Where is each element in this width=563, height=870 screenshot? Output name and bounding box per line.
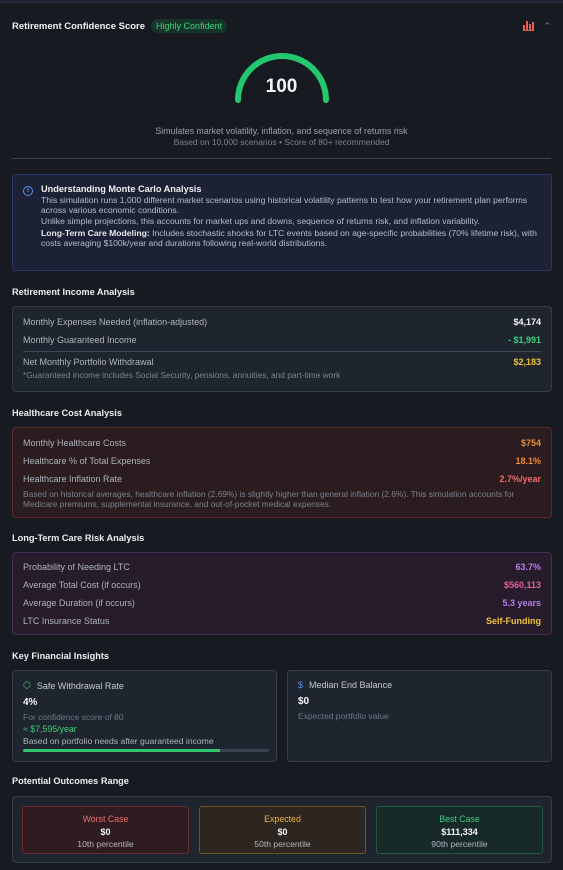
card-label: Median End Balance bbox=[309, 680, 393, 690]
outcome-percentile: 90th percentile bbox=[431, 839, 488, 849]
income-note: *Guaranteed income includes Social Secur… bbox=[23, 370, 341, 380]
outcome-label: Best Case bbox=[439, 814, 480, 824]
row-value: $4,174 bbox=[513, 317, 541, 327]
expected-case-box: Expected $0 50th percentile bbox=[199, 806, 366, 854]
row-label: Probability of Needing LTC bbox=[23, 562, 130, 572]
median-balance-card: $ Median End Balance $0 Expected portfol… bbox=[287, 670, 552, 762]
dollar-icon: $ bbox=[298, 680, 304, 690]
income-panel: Monthly Expenses Needed (inflation-adjus… bbox=[12, 306, 552, 392]
safe-withdrawal-card: ⬡ Safe Withdrawal Rate 4% For confidence… bbox=[12, 670, 277, 762]
gauge-description: Simulates market volatility, inflation, … bbox=[155, 126, 408, 136]
withdrawal-rate-value: 4% bbox=[23, 697, 38, 708]
healthcare-section-title: Healthcare Cost Analysis bbox=[12, 408, 122, 418]
median-balance-value: $0 bbox=[298, 696, 310, 707]
outcome-percentile: 50th percentile bbox=[254, 839, 311, 849]
ltc-panel: Probability of Needing LTC 63.7% Average… bbox=[12, 552, 552, 635]
healthcare-note: Based on historical averages, healthcare… bbox=[23, 489, 515, 509]
row-value: 63.7% bbox=[515, 562, 541, 572]
monte-carlo-info-box: i Understanding Monte Carlo Analysis Thi… bbox=[12, 174, 552, 271]
net-withdrawal-row: Net Monthly Portfolio Withdrawal $2,183 bbox=[23, 353, 541, 371]
row-label: Monthly Guaranteed Income bbox=[23, 335, 137, 345]
card-header: ⬡ Safe Withdrawal Rate bbox=[23, 680, 266, 691]
median-balance-sub: Expected portfolio value bbox=[298, 711, 389, 721]
row-separator bbox=[23, 351, 541, 352]
card-label: Safe Withdrawal Rate bbox=[36, 680, 124, 691]
row-value: - $1,991 bbox=[507, 335, 541, 345]
outcome-label: Expected bbox=[264, 814, 301, 824]
ltc-row: Average Total Cost (if occurs) $560,113 bbox=[23, 576, 541, 594]
info-title: Understanding Monte Carlo Analysis bbox=[41, 184, 202, 194]
outcome-value: $111,334 bbox=[441, 827, 478, 837]
info-paragraph-1: This simulation runs 1,000 different mar… bbox=[41, 195, 528, 215]
row-value: 5.3 years bbox=[502, 598, 541, 608]
income-row: Monthly Guaranteed Income - $1,991 bbox=[23, 331, 541, 349]
card-header: $ Median End Balance bbox=[298, 680, 541, 690]
info-icon: i bbox=[23, 186, 33, 196]
row-label: Average Total Cost (if occurs) bbox=[23, 580, 141, 590]
income-section-title: Retirement Income Analysis bbox=[12, 287, 135, 297]
outcome-percentile: 10th percentile bbox=[77, 839, 134, 849]
withdrawal-progress-fill bbox=[23, 749, 220, 752]
outcome-value: $0 bbox=[100, 827, 111, 837]
outcomes-section-title: Potential Outcomes Range bbox=[12, 776, 129, 786]
ltc-row: LTC Insurance Status Self-Funding bbox=[23, 612, 541, 630]
healthcare-row: Monthly Healthcare Costs $754 bbox=[23, 434, 541, 452]
score-header: Retirement Confidence Score Highly Confi… bbox=[12, 18, 551, 34]
row-value: 18.1% bbox=[515, 456, 541, 466]
shield-icon: ⬡ bbox=[23, 680, 31, 690]
withdrawal-annual: ≈ $7,595/year bbox=[23, 724, 77, 734]
withdrawal-rate-sub: For confidence score of 80 bbox=[23, 712, 124, 722]
outcomes-panel: Worst Case $0 10th percentile Expected $… bbox=[12, 796, 552, 863]
info-paragraph-3: Long-Term Care Modeling: Includes stocha… bbox=[41, 228, 541, 248]
row-label: Healthcare Inflation Rate bbox=[23, 474, 123, 484]
row-label: Average Duration (if occurs) bbox=[23, 598, 135, 608]
healthcare-panel: Monthly Healthcare Costs $754 Healthcare… bbox=[12, 427, 552, 518]
withdrawal-based-note: Based on portfolio needs after guarantee… bbox=[23, 736, 214, 746]
ltc-row: Average Duration (if occurs) 5.3 years bbox=[23, 594, 541, 612]
income-row: Monthly Expenses Needed (inflation-adjus… bbox=[23, 313, 541, 331]
row-label: LTC Insurance Status bbox=[23, 616, 110, 626]
worst-case-box: Worst Case $0 10th percentile bbox=[22, 806, 189, 854]
row-label: Healthcare % of Total Expenses bbox=[23, 456, 151, 466]
bar-chart-icon[interactable] bbox=[523, 21, 535, 31]
header-icons: ⌃ bbox=[523, 21, 551, 32]
gauge-subtext: Based on 10,000 scenarios • Score of 80+… bbox=[173, 137, 390, 147]
row-label: Monthly Expenses Needed (inflation-adjus… bbox=[23, 317, 208, 327]
ltc-section-title: Long-Term Care Risk Analysis bbox=[12, 533, 145, 543]
ltc-modeling-label: Long-Term Care Modeling: bbox=[41, 228, 150, 239]
insights-section-title: Key Financial Insights bbox=[12, 651, 110, 661]
healthcare-row: Healthcare % of Total Expenses 18.1% bbox=[23, 452, 541, 470]
row-label: Net Monthly Portfolio Withdrawal bbox=[23, 357, 154, 367]
best-case-box: Best Case $111,334 90th percentile bbox=[376, 806, 543, 854]
ltc-row: Probability of Needing LTC 63.7% bbox=[23, 558, 541, 576]
divider bbox=[12, 158, 551, 159]
top-border bbox=[0, 0, 563, 3]
chevron-up-icon[interactable]: ⌃ bbox=[543, 21, 551, 32]
row-value: $560,113 bbox=[503, 580, 541, 590]
row-value: $754 bbox=[520, 438, 541, 448]
confidence-badge: Highly Confident bbox=[151, 19, 228, 33]
outcome-label: Worst Case bbox=[82, 814, 129, 824]
outcome-value: $0 bbox=[277, 827, 288, 837]
healthcare-row: Healthcare Inflation Rate 2.7%/year bbox=[23, 470, 541, 488]
gauge-value: 100 bbox=[265, 76, 298, 97]
row-label: Monthly Healthcare Costs bbox=[23, 438, 127, 448]
row-value: $2,183 bbox=[513, 357, 541, 367]
confidence-gauge bbox=[235, 53, 329, 103]
section-title: Retirement Confidence Score bbox=[12, 20, 146, 32]
row-value: Self-Funding bbox=[486, 616, 541, 626]
row-value: 2.7%/year bbox=[499, 474, 541, 484]
info-paragraph-2: Unlike simple projections, this accounts… bbox=[41, 216, 480, 227]
withdrawal-progress-bar bbox=[23, 749, 269, 752]
